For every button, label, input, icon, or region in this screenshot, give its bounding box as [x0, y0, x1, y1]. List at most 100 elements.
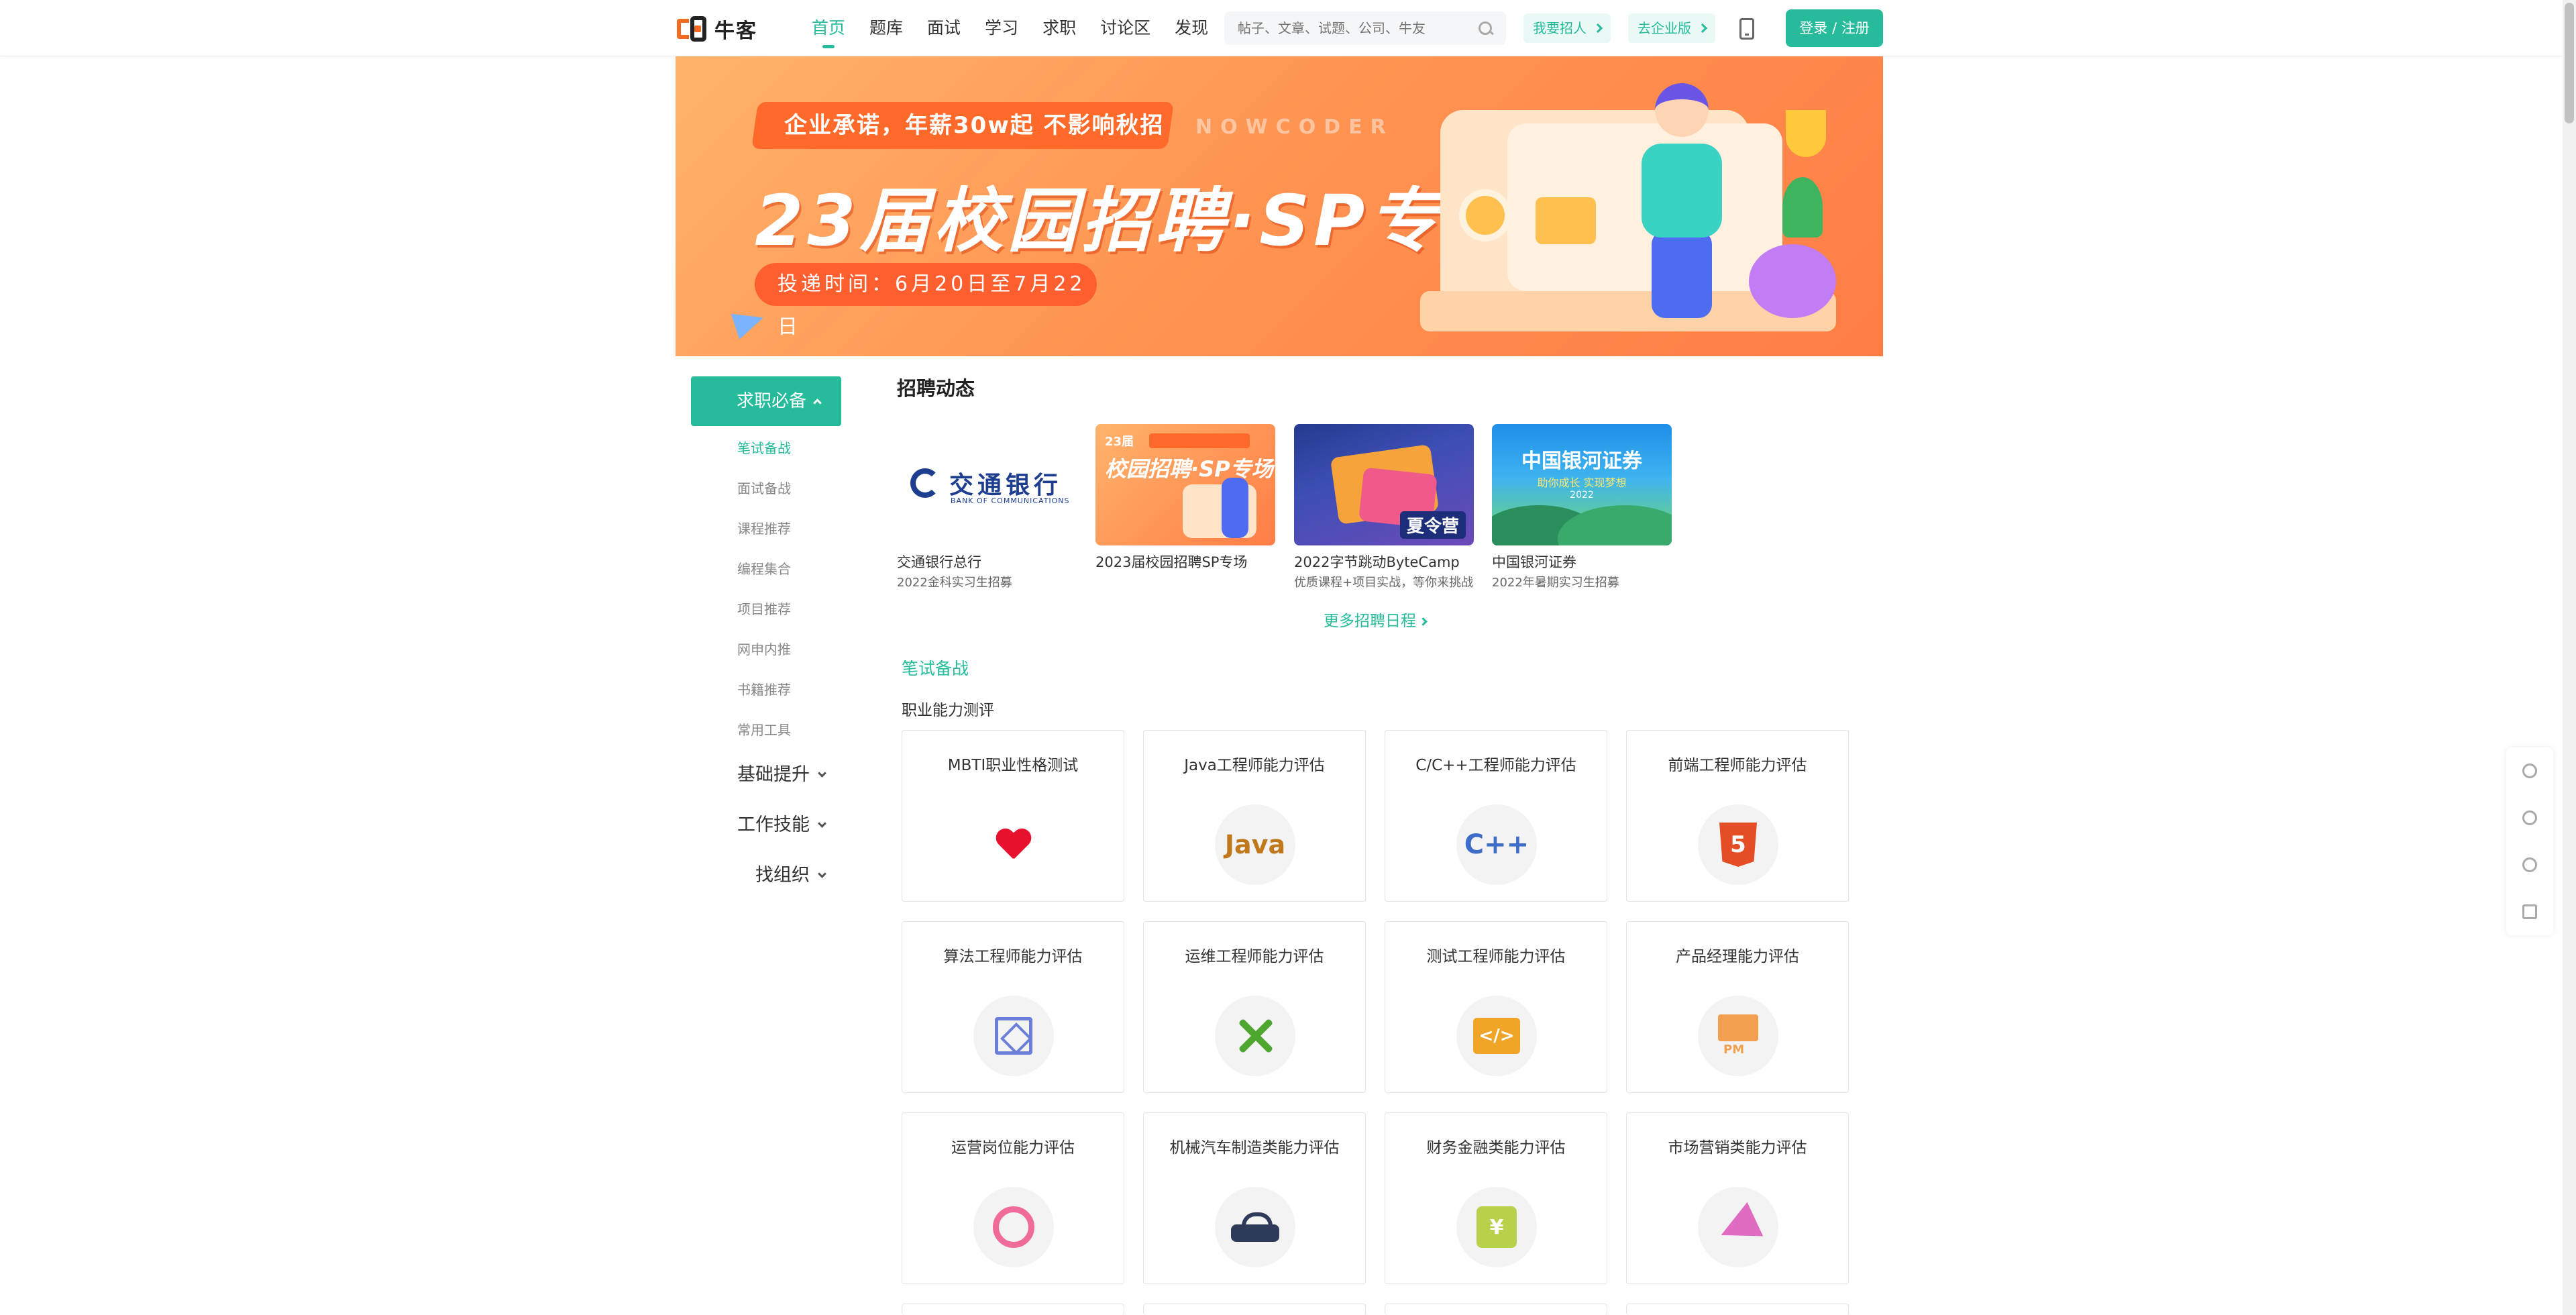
money-icon: ¥ — [1456, 1187, 1537, 1267]
assessment-tile[interactable]: MBTI职业性格测试 — [902, 730, 1124, 902]
bank-logo-subtext: BANK OF COMMUNICATIONS — [951, 496, 1070, 505]
enterprise-button[interactable]: 去企业版 — [1628, 13, 1715, 43]
assessment-tile[interactable]: 运维工程师能力评估 — [1143, 921, 1366, 1093]
banner-brand: NOWCODER — [1195, 115, 1394, 139]
tile-label: Java工程师能力评估 — [1184, 757, 1325, 774]
code-icon: </> — [1456, 996, 1537, 1076]
assessment-tile[interactable]: C/C++工程师能力评估 C++ — [1385, 730, 1607, 902]
chat-bubble-icon — [1749, 244, 1836, 318]
sidebar-item-tools[interactable]: 常用工具 — [737, 719, 791, 739]
thumb-subtitle: 助你成长 实现梦想 — [1537, 476, 1627, 489]
plant-icon — [1782, 177, 1823, 238]
banner-title: 23届校园招聘·SP专场 — [755, 180, 1517, 262]
more-schedule-label: 更多招聘日程 — [1324, 613, 1416, 630]
paper-plane-icon — [731, 305, 768, 339]
mobile-app-icon[interactable] — [1739, 18, 1754, 40]
assessment-tile[interactable]: 测试工程师能力评估 </> — [1385, 921, 1607, 1093]
thumb-year: 2022 — [1570, 490, 1594, 501]
chevron-down-icon — [818, 769, 826, 778]
sidebar-group-work-skills[interactable]: 工作技能 — [737, 810, 826, 836]
sidebar-item-referral[interactable]: 网申内推 — [737, 639, 791, 658]
sidebar-item-interview[interactable]: 面试备战 — [737, 478, 791, 497]
tile-label: 机械汽车制造类能力评估 — [1169, 1139, 1340, 1157]
tile-label: 运营岗位能力评估 — [951, 1139, 1075, 1157]
wechat-icon[interactable] — [2522, 857, 2537, 872]
sidebar-group-label: 找组织 — [755, 865, 810, 886]
more-schedule-link[interactable]: 更多招聘日程 — [1324, 608, 1428, 631]
recruit-thumbnail: 夏令营 — [1294, 424, 1474, 545]
sidebar-item-programming[interactable]: 编程集合 — [737, 558, 791, 578]
assessment-tile[interactable] — [902, 1304, 1124, 1315]
bank-logo-text: 交通银行 — [949, 471, 1063, 499]
assessment-tile[interactable]: 前端工程师能力评估 5 — [1626, 730, 1849, 902]
assessment-tile[interactable] — [1143, 1304, 1366, 1315]
avatar-icon — [1459, 189, 1511, 242]
sidebar-group-label: 基础提升 — [737, 764, 810, 785]
sidebar-main-label: 求职必备 — [737, 391, 807, 411]
qq-icon[interactable] — [2522, 810, 2537, 825]
thumb-title: 中国银河证券 — [1521, 450, 1642, 473]
tile-label: 市场营销类能力评估 — [1668, 1139, 1807, 1157]
sidebar-item-projects[interactable]: 项目推荐 — [737, 598, 791, 618]
bank-logo-icon — [910, 468, 940, 498]
assessment-tile[interactable]: 机械汽车制造类能力评估 — [1143, 1112, 1366, 1284]
hero-banner[interactable]: 企业承诺，年薪30w起 不影响秋招 NOWCODER 23届校园招聘·SP专场 … — [676, 56, 1883, 356]
login-button[interactable]: 登录 / 注册 — [1786, 9, 1883, 47]
tile-label: 运维工程师能力评估 — [1185, 948, 1324, 965]
top-header: 牛客 首页 题库 面试 学习 求职 讨论区 发现 我要招人 去企业版 登录 / … — [0, 0, 2563, 56]
nav-learn[interactable]: 学习 — [985, 0, 1018, 56]
recruit-card[interactable]: 交通银行 BANK OF COMMUNICATIONS 交通银行总行 2022金… — [897, 424, 1077, 590]
site-logo[interactable]: 牛客 — [674, 12, 782, 46]
assessment-tile[interactable]: 财务金融类能力评估 ¥ — [1385, 1112, 1607, 1284]
recruit-card-subtitle: 2022年暑期实习生招募 — [1492, 576, 1619, 590]
recruit-card[interactable]: 23届 校园招聘·SP专场 2023届校园招聘SP专场 — [1095, 424, 1275, 570]
sidebar-group-find-org[interactable]: 找组织 — [755, 860, 826, 886]
tile-label: 算法工程师能力评估 — [943, 948, 1083, 965]
thumb-tag: 夏令营 — [1399, 511, 1466, 539]
recruit-thumbnail: 23届 校园招聘·SP专场 — [1095, 424, 1275, 545]
search-box — [1224, 11, 1506, 45]
banner-character — [1628, 83, 1735, 325]
nav-discuss[interactable]: 讨论区 — [1100, 0, 1150, 56]
assessment-tile[interactable]: 算法工程师能力评估 — [902, 921, 1124, 1093]
machinery-icon — [1215, 1187, 1295, 1267]
scrollbar-thumb[interactable] — [2565, 3, 2574, 123]
assessment-tile[interactable]: 运营岗位能力评估 — [902, 1112, 1124, 1284]
sidebar-main-item[interactable]: 求职必备 — [691, 376, 841, 426]
sidebar-item-written-test[interactable]: 笔试备战 — [737, 437, 791, 457]
html5-icon: 5 — [1698, 804, 1778, 885]
nav-jobs[interactable]: 求职 — [1042, 0, 1076, 56]
nav-question-bank[interactable]: 题库 — [869, 0, 903, 56]
assessment-tile[interactable]: Java工程师能力评估 Java — [1143, 730, 1366, 902]
thumb-tag: 23届 — [1105, 435, 1134, 449]
hire-button[interactable]: 我要招人 — [1523, 13, 1611, 43]
search-icon[interactable] — [1477, 19, 1494, 37]
tile-label: 财务金融类能力评估 — [1426, 1139, 1566, 1157]
assessment-tile[interactable]: 市场营销类能力评估 — [1626, 1112, 1849, 1284]
tile-label: C/C++工程师能力评估 — [1415, 757, 1576, 774]
sidebar-item-books[interactable]: 书籍推荐 — [737, 679, 791, 698]
scrollbar[interactable] — [2563, 0, 2576, 1315]
wrench-icon — [1215, 996, 1295, 1076]
nav-interview[interactable]: 面试 — [927, 0, 961, 56]
assessment-tile[interactable] — [1626, 1304, 1849, 1315]
recruit-card[interactable]: 中国银河证券 助你成长 实现梦想 2022 中国银河证券 2022年暑期实习生招… — [1492, 424, 1672, 590]
sidebar-group-basics[interactable]: 基础提升 — [737, 759, 826, 786]
recruit-card[interactable]: 夏令营 2022字节跳动ByteCamp 优质课程+项目实战，等你来挑战 — [1294, 424, 1474, 590]
weibo-icon[interactable] — [2522, 764, 2537, 778]
banner-ribbon: 企业承诺，年薪30w起 不影响秋招 — [751, 102, 1174, 149]
heart-icon — [997, 829, 1030, 860]
thumb-title: 校园招聘·SP专场 — [1105, 456, 1273, 482]
assessment-tile[interactable] — [1385, 1304, 1607, 1315]
share-toolbar — [2506, 747, 2553, 935]
sidebar-item-courses[interactable]: 课程推荐 — [737, 518, 791, 537]
megaphone-icon — [1698, 1187, 1778, 1267]
banner-ribbon-text: 企业承诺，年薪30w起 不影响秋招 — [784, 112, 1165, 139]
nav-discover[interactable]: 发现 — [1175, 0, 1208, 56]
chevron-right-icon — [1593, 23, 1603, 34]
tile-label: 产品经理能力评估 — [1676, 948, 1799, 965]
search-input[interactable] — [1236, 19, 1477, 37]
feedback-icon[interactable] — [2522, 904, 2537, 919]
nav-home[interactable]: 首页 — [812, 0, 845, 56]
assessment-tile[interactable]: 产品经理能力评估 PM — [1626, 921, 1849, 1093]
